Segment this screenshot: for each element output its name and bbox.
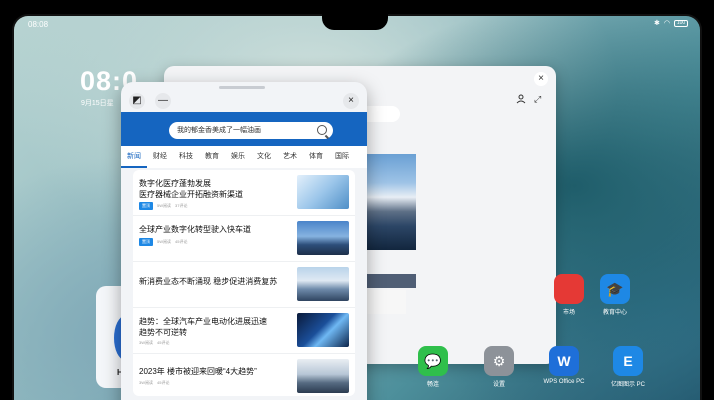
category-tabs: 新闻 财经 科技 教育 娱乐 文化 艺术 体育 国际 xyxy=(121,146,367,168)
person-icon[interactable] xyxy=(516,94,526,104)
tab-education[interactable]: 教育 xyxy=(199,146,225,168)
wifi-icon: ◠ xyxy=(663,20,670,27)
bluetooth-icon: ✱ xyxy=(654,20,660,27)
close-icon[interactable]: × xyxy=(534,72,548,86)
tab-sports[interactable]: 体育 xyxy=(303,146,329,168)
news-item[interactable]: 2023年 楼市被迎来回暖“4大趋势” 3W阅读 45评论 xyxy=(133,354,355,400)
window-float-icon[interactable]: ◩ xyxy=(129,93,145,109)
news-thumbnail xyxy=(297,359,349,393)
tab-news[interactable]: 新闻 xyxy=(121,146,147,168)
app-settings[interactable]: ⚙ 设置 xyxy=(484,346,514,388)
status-time: 08:08 xyxy=(28,20,49,29)
news-item[interactable]: 新消费业态不断涌现 稳步促进消费复苏 xyxy=(133,262,355,308)
tab-entertainment[interactable]: 娱乐 xyxy=(225,146,251,168)
search-input[interactable]: 我的郁金香美成了一幅油画 xyxy=(169,122,333,139)
window-drag-handle[interactable] xyxy=(219,86,265,89)
news-item[interactable]: 趋势：全球汽车产业电动化进展迅速 趋势不可逆转 3W阅读 45评论 xyxy=(133,308,355,354)
tab-finance[interactable]: 财经 xyxy=(147,146,173,168)
settings-icon: ⚙ xyxy=(484,346,514,376)
news-item[interactable]: 数字化医疗蓬勃发展 医疗器械企业开拓融资新渠道 置顶 5W阅读 37评论 xyxy=(133,170,355,216)
app-meetime[interactable]: 💬 畅连 xyxy=(418,346,448,388)
news-window[interactable]: ◩ — × 我的郁金香美成了一幅油画 新闻 财经 科技 教育 娱乐 文化 艺术 … xyxy=(121,82,367,400)
huawei-market-icon xyxy=(554,274,584,304)
pin-badge: 置顶 xyxy=(139,238,153,246)
tablet-frame: 08:08 ✱ ◠ 100 08:0 9月15日星 Har × ⤢ xyxy=(12,14,702,400)
news-item[interactable]: 全球产业数字化转型驶入快车道 置顶 5W阅读 45评论 xyxy=(133,216,355,262)
app-market[interactable]: 市场 xyxy=(554,274,584,316)
wps-icon: W xyxy=(549,346,579,376)
search-icon[interactable] xyxy=(317,125,327,135)
app-wps[interactable]: W WPS Office PC xyxy=(534,346,594,385)
battery-icon: 100 xyxy=(674,19,688,27)
tab-tech[interactable]: 科技 xyxy=(173,146,199,168)
close-icon[interactable]: × xyxy=(343,93,359,109)
news-thumbnail xyxy=(297,313,349,347)
minimize-icon[interactable]: — xyxy=(155,93,171,109)
home-screen: 08:08 ✱ ◠ 100 08:0 9月15日星 Har × ⤢ xyxy=(14,16,700,400)
news-thumbnail xyxy=(297,175,349,209)
tab-culture[interactable]: 文化 xyxy=(251,146,277,168)
edraw-icon: E xyxy=(613,346,643,376)
camera-notch xyxy=(322,12,388,30)
news-list: 数字化医疗蓬勃发展 医疗器械企业开拓融资新渠道 置顶 5W阅读 37评论 全球产… xyxy=(133,170,355,396)
meetime-icon: 💬 xyxy=(418,346,448,376)
tab-international[interactable]: 国际 xyxy=(329,146,355,168)
tab-art[interactable]: 艺术 xyxy=(277,146,303,168)
education-icon: 🎓 xyxy=(600,274,630,304)
pin-badge: 置顶 xyxy=(139,202,153,210)
news-thumbnail xyxy=(297,267,349,301)
app-education[interactable]: 🎓 教育中心 xyxy=(600,274,630,316)
news-thumbnail xyxy=(297,221,349,255)
lock-date: 9月15日星 xyxy=(81,100,114,107)
app-edraw[interactable]: E 亿图图示 PC xyxy=(598,346,658,388)
expand-icon[interactable]: ⤢ xyxy=(534,94,544,104)
